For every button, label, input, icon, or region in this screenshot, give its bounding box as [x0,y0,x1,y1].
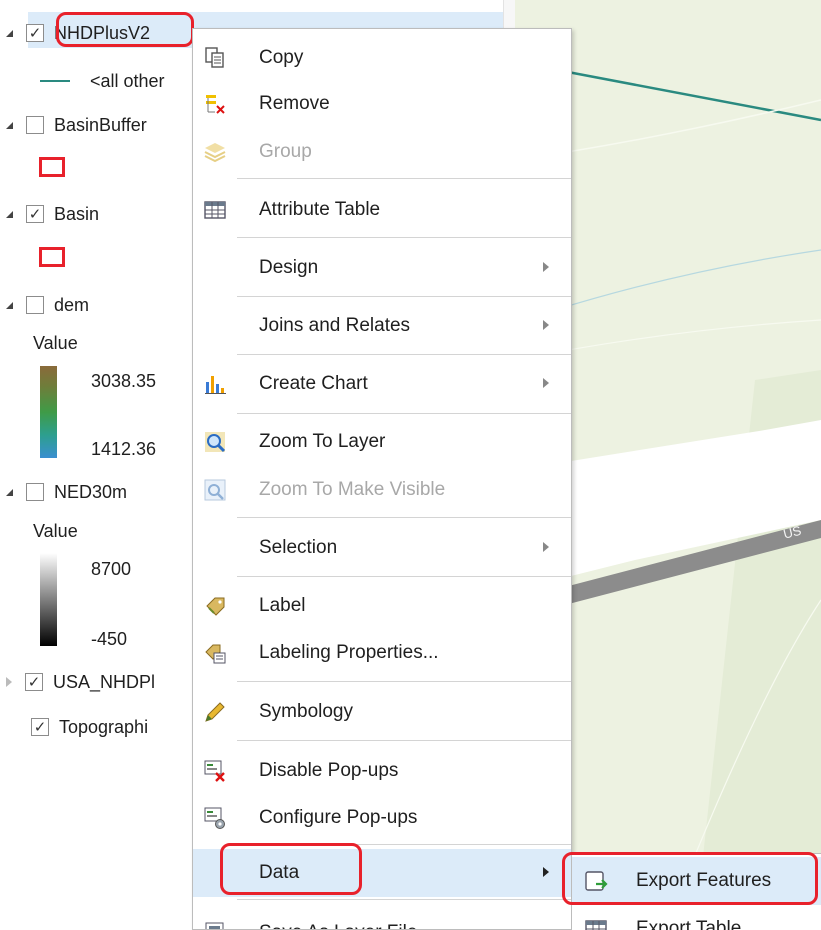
layer-checkbox[interactable]: ✓ [26,24,44,42]
menu-separator [237,178,571,179]
chart-icon [205,376,226,394]
layer-checkbox[interactable] [26,483,44,501]
legend-low-value: 1412.36 [91,438,157,459]
polygon-symbol [39,157,65,177]
zoom-visible-icon [204,479,226,501]
menu-item-label[interactable]: Label [193,582,571,630]
layer-row-basinbuffer[interactable]: BasinBuffer [6,110,147,140]
layer-name: Basin [54,203,100,224]
layer-checkbox[interactable] [26,116,44,134]
ned-grayscale-ramp [40,553,57,646]
symbology-icon [205,702,225,722]
submenu-item-export-table[interactable]: Export Table [572,905,821,930]
layer-row-topographic[interactable]: ✓ Topographi [6,712,148,742]
layer-context-menu: Copy Remove Group Attribute Table Design [192,28,572,930]
layer-row-ned30m[interactable]: NED30m [6,477,127,507]
menu-item-labeling-properties[interactable]: Labeling Properties... [193,629,571,677]
red-annotation-export-features [562,852,818,905]
line-symbol [40,80,70,82]
collapse-arrow-icon[interactable] [6,121,13,129]
menu-item-attribute-table[interactable]: Attribute Table [193,186,571,234]
menu-separator [237,576,571,577]
menu-item-create-chart[interactable]: Create Chart [193,360,571,408]
layer-row-dem[interactable]: dem [6,290,89,320]
legend-title: Value [33,332,78,353]
menu-separator [237,354,571,355]
legend-label: <all other [90,70,165,91]
menu-item-design[interactable]: Design [193,244,571,292]
layer-row-usa-nhdplus[interactable]: ✓ USA_NHDPl [6,667,155,697]
layer-checkbox[interactable]: ✓ [25,673,43,691]
layer-row-basin[interactable]: ✓ Basin [6,199,99,229]
layer-checkbox[interactable]: ✓ [31,718,49,736]
menu-separator [237,740,571,741]
menu-item-save-as-layer-file[interactable]: Save As Layer File [193,909,571,929]
menu-item-zoom-to-layer[interactable]: Zoom To Layer [193,418,571,466]
menu-item-symbology[interactable]: Symbology [193,688,571,736]
legend-high-value: 8700 [91,558,132,579]
layer-checkbox[interactable] [26,296,44,314]
copy-icon [205,47,224,68]
menu-item-remove[interactable]: Remove [193,80,571,128]
menu-separator [237,899,571,900]
layer-name: BasinBuffer [54,114,147,135]
submenu-arrow-icon [543,320,549,330]
collapse-arrow-icon[interactable] [6,29,13,37]
red-annotation-data [220,843,362,895]
submenu-arrow-icon [543,262,549,272]
submenu-arrow-icon [543,542,549,552]
layer-name: dem [54,294,90,315]
remove-icon [206,95,225,114]
disable-popups-icon [204,760,225,782]
menu-item-selection[interactable]: Selection [193,524,571,572]
red-annotation-layer [56,12,194,47]
expand-arrow-icon[interactable] [6,677,12,687]
legend-row-nhd: <all other [40,66,165,96]
menu-item-configure-popups[interactable]: Configure Pop-ups [193,794,571,842]
export-table-icon [585,920,607,930]
menu-item-zoom-to-make-visible[interactable]: Zoom To Make Visible [193,466,571,514]
menu-separator [237,681,571,682]
menu-separator [237,296,571,297]
labeling-properties-icon [205,644,226,664]
collapse-arrow-icon[interactable] [6,488,13,496]
save-layer-icon [205,922,224,929]
table-icon [204,201,226,219]
menu-item-joins-and-relates[interactable]: Joins and Relates [193,302,571,350]
dem-color-ramp [40,366,57,458]
collapse-arrow-icon[interactable] [6,210,13,218]
label-icon [206,597,225,616]
menu-separator [237,237,571,238]
layer-name: NED30m [54,481,128,502]
menu-item-disable-popups[interactable]: Disable Pop-ups [193,747,571,795]
menu-separator [237,413,571,414]
layer-name: USA_NHDPl [53,671,156,692]
menu-separator [237,517,571,518]
layer-checkbox[interactable]: ✓ [26,205,44,223]
menu-item-copy[interactable]: Copy [193,34,571,82]
collapse-arrow-icon[interactable] [6,301,13,309]
configure-popups-icon [204,807,225,829]
polygon-symbol [39,247,65,267]
submenu-arrow-icon [543,378,549,388]
submenu-arrow-icon [543,867,549,877]
legend-low-value: -450 [91,628,128,649]
legend-title: Value [33,520,78,541]
legend-high-value: 3038.35 [91,370,157,391]
group-icon [204,143,226,163]
menu-item-group[interactable]: Group [193,128,571,176]
layer-name: Topographi [59,716,149,737]
zoom-icon [205,432,226,453]
